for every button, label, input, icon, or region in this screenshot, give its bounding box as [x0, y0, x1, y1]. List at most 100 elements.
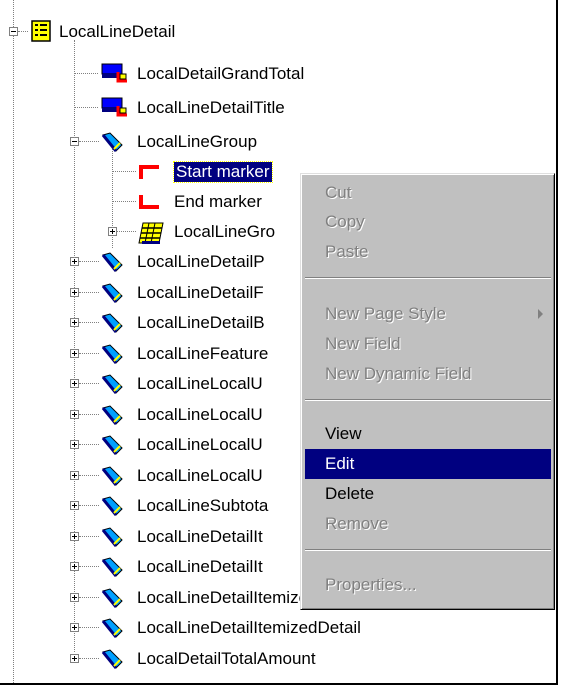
expand-toggle[interactable]: [70, 318, 79, 327]
group-icon: [100, 434, 124, 461]
tree-item-label[interactable]: LocalDetailTotalAmount: [137, 649, 316, 669]
menu-item-new-field[interactable]: New Field: [305, 329, 551, 359]
tree-item-label[interactable]: LocalLineGro: [174, 222, 275, 242]
menu-item-remove[interactable]: Remove: [305, 509, 551, 539]
tree-item[interactable]: LocalLineGroup: [0, 128, 556, 156]
tree-line: [79, 444, 99, 445]
menu-item-copy[interactable]: Copy: [305, 207, 551, 237]
group-icon: [100, 251, 124, 278]
expand-toggle[interactable]: [70, 348, 79, 358]
tree-item-label[interactable]: LocalLineSubtota: [137, 496, 268, 516]
expand-toggle[interactable]: [70, 379, 79, 388]
menu-item-label: New Page Style: [325, 304, 446, 323]
group-icon: [100, 556, 124, 583]
group-icon: [100, 617, 124, 644]
collapse-toggle[interactable]: [70, 137, 79, 146]
expand-toggle[interactable]: [108, 227, 117, 236]
expand-toggle[interactable]: [70, 440, 79, 449]
tree-item-label[interactable]: Start marker: [173, 161, 273, 183]
menu-item-delete[interactable]: Delete: [305, 479, 551, 509]
group-icon: [100, 495, 124, 522]
tree-item[interactable]: LocalDetailTotalAmount: [0, 645, 556, 673]
tree-line: [74, 107, 98, 108]
tree-item-label[interactable]: End marker: [174, 192, 262, 212]
tree-item-label[interactable]: LocalLineLocalU: [137, 405, 263, 425]
tree-line: [74, 73, 98, 74]
tree-line: [79, 627, 99, 628]
tree-item-label[interactable]: LocalLineLocalU: [137, 466, 263, 486]
tree-line: [79, 352, 99, 354]
field-icon: [100, 63, 128, 88]
submenu-arrow-icon: [538, 309, 543, 319]
group-icon: [100, 131, 124, 158]
tree-item-label[interactable]: LocalLineDetailItemizedDetail: [137, 618, 361, 638]
expand-toggle[interactable]: [70, 623, 79, 632]
tree-line: [79, 566, 99, 567]
tree-line: [79, 413, 99, 415]
menu-item-new-page-style[interactable]: New Page Style: [305, 299, 551, 329]
menu-item-label: View: [325, 424, 362, 443]
menu-separator: [305, 399, 551, 401]
tree-item-label[interactable]: LocalLineDetailTitle: [137, 98, 285, 118]
tree-item-label[interactable]: LocalLineDetailF: [137, 283, 264, 303]
menu-item-properties[interactable]: Properties...: [305, 570, 551, 600]
menu-item-label: New Dynamic Field: [325, 364, 472, 383]
group-icon: [100, 526, 124, 553]
menu-separator: [305, 549, 551, 551]
group-icon: [100, 312, 124, 339]
tree-item-label[interactable]: LocalDetailGrandTotal: [137, 64, 304, 84]
tree-item-label[interactable]: LocalLineDetailB: [137, 313, 265, 333]
expand-toggle[interactable]: [70, 592, 79, 602]
tree-line: [79, 322, 99, 323]
menu-item-view[interactable]: View: [305, 419, 551, 449]
menu-item-edit[interactable]: Edit: [305, 449, 551, 479]
report-section-icon: [31, 20, 51, 47]
menu-item-label: Remove: [325, 514, 389, 533]
tree-line: [112, 201, 136, 202]
group-icon: [100, 465, 124, 492]
tree-item-label[interactable]: LocalLineDetailP: [137, 252, 265, 272]
tree-item-label[interactable]: LocalLineLocalU: [137, 435, 263, 455]
tree-line: [79, 291, 99, 293]
menu-item-cut[interactable]: Cut: [305, 178, 551, 208]
menu-item-label: Copy: [325, 212, 365, 231]
menu-item-paste[interactable]: Paste: [305, 237, 551, 267]
group-icon: [100, 404, 124, 431]
menu-item-label: Edit: [325, 454, 355, 473]
expand-toggle[interactable]: [70, 287, 79, 297]
tree-item-label[interactable]: LocalLineGroup: [137, 132, 257, 152]
start-marker-icon: [137, 161, 161, 186]
menu-separator: [305, 277, 551, 279]
group-icon: [100, 282, 124, 309]
tree-line: [79, 261, 99, 262]
tree-item-label[interactable]: LocalLineFeature: [137, 344, 268, 364]
context-menu: Cut Copy Paste New Page Style New Field New D…: [300, 173, 555, 610]
tree-item[interactable]: LocalLineDetailItemizedDetail: [0, 614, 556, 642]
tree-line: [79, 505, 99, 506]
tree-line: [79, 474, 99, 476]
menu-item-new-dynamic-field[interactable]: New Dynamic Field: [305, 359, 551, 389]
tree-item-label[interactable]: LocalLineLocalU: [137, 374, 263, 394]
tree-line: [112, 171, 136, 172]
expand-toggle[interactable]: [70, 653, 79, 663]
group-icon: [100, 648, 124, 675]
tree-line: [79, 141, 99, 142]
field-icon: [100, 97, 128, 122]
tree-line: [79, 383, 99, 384]
tree-item[interactable]: LocalLineDetailTitle: [0, 94, 556, 122]
tree-line: [18, 31, 28, 32]
tree-item-label[interactable]: LocalLineDetailIt: [137, 527, 263, 547]
tree-view[interactable]: LocalLineDetail LocalDetailGrandTotal Loc…: [0, 0, 558, 685]
expand-toggle[interactable]: [70, 501, 79, 510]
expand-toggle[interactable]: [70, 531, 79, 541]
expand-toggle[interactable]: [70, 470, 79, 480]
table-icon: [137, 221, 165, 250]
tree-item[interactable]: LocalDetailGrandTotal: [0, 60, 556, 88]
expand-toggle[interactable]: [70, 409, 79, 419]
tree-root-label[interactable]: LocalLineDetail: [59, 22, 175, 42]
collapse-toggle[interactable]: [9, 27, 18, 36]
expand-toggle[interactable]: [70, 562, 79, 571]
expand-toggle[interactable]: [70, 257, 79, 266]
menu-item-label: Properties...: [325, 575, 417, 594]
tree-item-label[interactable]: LocalLineDetailIt: [137, 557, 263, 577]
